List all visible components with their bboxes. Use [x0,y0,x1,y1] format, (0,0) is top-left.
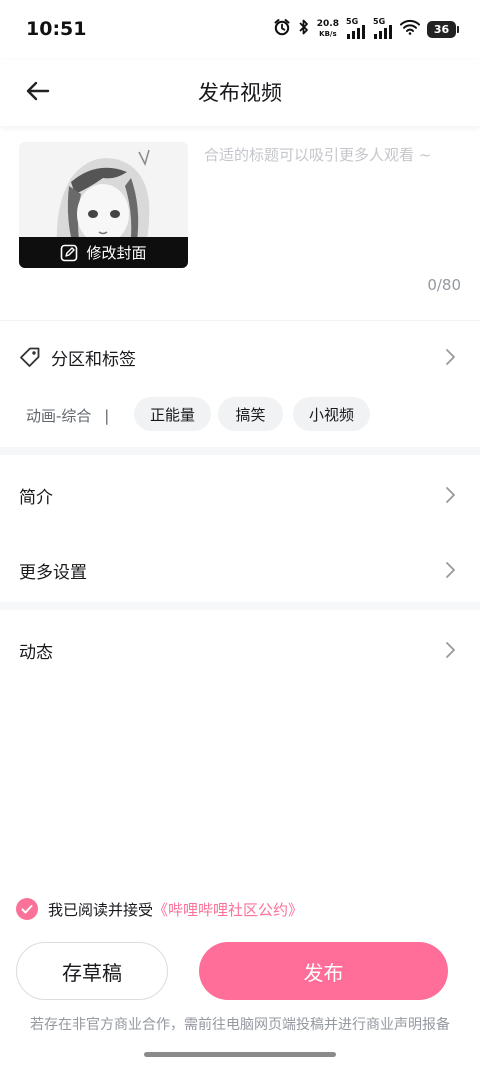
chevron-right-icon [446,562,455,578]
agreement-text: 我已阅读并接受 [48,900,154,919]
chevron-right-icon [446,642,455,658]
page-title: 发布视频 [198,81,282,105]
more-settings-row[interactable]: 更多设置 [0,540,480,600]
video-title-input[interactable] [204,143,464,167]
title-character-count: 0/80 [427,276,461,294]
wifi-icon [400,19,420,39]
tag-icon [20,347,40,367]
check-icon [21,905,33,914]
alarm-icon [273,18,291,40]
status-time: 10:51 [26,18,87,40]
community-rules-link[interactable]: 《哔哩哔哩社区公约》 [153,901,303,919]
video-cover[interactable]: 修改封面 [19,142,188,268]
category-label: 动画-综合 | [26,405,109,426]
more-settings-label: 更多设置 [19,563,87,583]
save-draft-button[interactable]: 存草稿 [16,942,168,1000]
category-separator: | [104,407,110,425]
edit-cover-bar[interactable]: 修改封面 [19,237,188,268]
agreement-row: 我已阅读并接受《哔哩哔哩社区公约》 [16,898,303,920]
intro-row[interactable]: 简介 [0,465,480,525]
publish-button[interactable]: 发布 [199,942,448,1000]
partition-tags-label: 分区和标签 [51,350,136,370]
home-indicator[interactable] [144,1052,336,1057]
battery-indicator: 36 [427,20,459,38]
navigation-bar: 发布视频 [0,60,480,126]
status-bar: 10:51 20.8 KB/s 5G 5G 36 [0,0,480,60]
bluetooth-icon [298,18,310,40]
section-divider [0,447,480,455]
tag-chip[interactable]: 正能量 [134,397,211,431]
speed-unit: KB/s [319,30,337,38]
dynamic-label: 动态 [19,643,53,663]
tag-chip[interactable]: 搞笑 [218,397,283,431]
chevron-right-icon [446,487,455,503]
partition-tags-row[interactable]: 分区和标签 [0,327,480,387]
divider [0,320,480,321]
speed-value: 20.8 [316,19,339,29]
category-value: 动画-综合 [26,407,92,425]
edit-cover-label: 修改封面 [86,244,147,262]
chevron-right-icon [446,349,455,365]
sim2-signal-icon: 5G [373,17,393,39]
edit-icon [61,244,78,261]
section-divider [0,602,480,610]
dynamic-row[interactable]: 动态 [0,620,480,680]
tag-chip[interactable]: 小视频 [293,397,370,431]
sim1-signal-icon: 5G [346,17,366,39]
agreement-checkbox[interactable] [16,898,38,920]
status-icons: 20.8 KB/s 5G 5G 36 [273,17,459,40]
commercial-notice: 若存在非官方商业合作，需前往电脑网页端投稿并进行商业声明报备 [30,1017,450,1033]
network-speed: 20.8 KB/s [317,19,339,39]
intro-label: 简介 [19,488,53,508]
